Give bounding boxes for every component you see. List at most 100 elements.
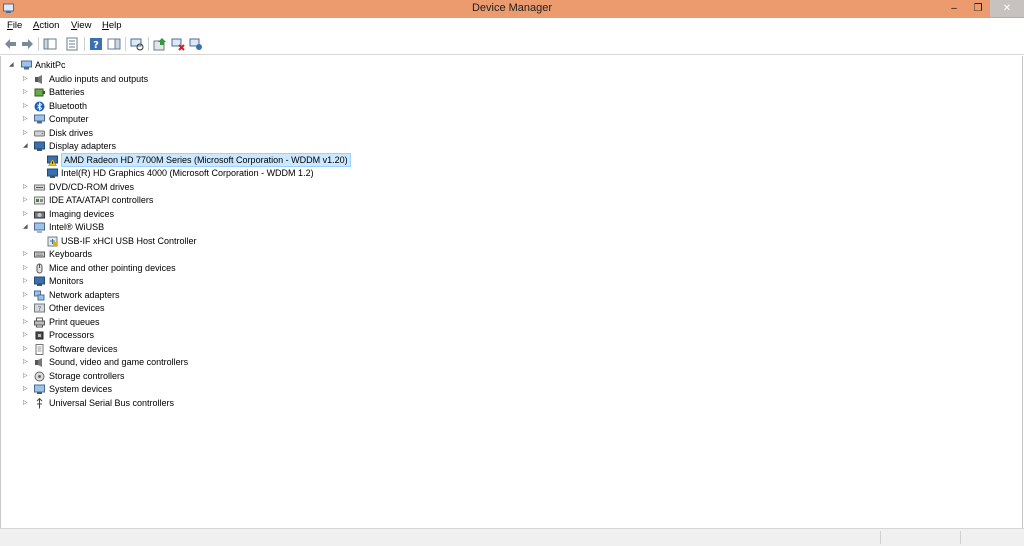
tree-item[interactable]: ▷ System devices — [23, 383, 423, 396]
expand-arrow-icon[interactable]: ▷ — [23, 329, 31, 342]
speaker-icon — [35, 74, 42, 84]
expand-arrow-icon[interactable]: ▷ — [23, 86, 31, 99]
tree-item[interactable]: ▷ Processors — [23, 329, 423, 342]
storage-controller-icon — [34, 371, 45, 381]
uninstall-device-icon[interactable] — [189, 37, 203, 51]
tree-item[interactable]: ▷ Disk drives — [23, 127, 423, 140]
tree-item[interactable]: ▷ Software devices — [23, 343, 423, 356]
expand-arrow-icon[interactable]: ▷ — [23, 208, 31, 221]
forward-arrow-icon[interactable] — [20, 37, 34, 51]
tree-item[interactable]: ▷ Storage controllers — [23, 370, 423, 383]
expand-arrow-icon[interactable]: ▷ — [23, 302, 31, 315]
tree-item-label: Mice and other pointing devices — [49, 262, 176, 273]
tree-item-label: Monitors — [49, 276, 84, 286]
tree-item-label: Keyboards — [49, 249, 93, 259]
collapse-arrow-icon[interactable]: ◢ — [23, 221, 31, 234]
tree-item[interactable]: ◢ Intel® WiUSB — [23, 221, 423, 234]
expand-arrow-icon[interactable]: ▷ — [23, 113, 31, 126]
update-driver-icon[interactable] — [153, 37, 167, 51]
warning-display-icon — [47, 155, 58, 166]
mouse-icon — [36, 263, 43, 273]
tree-child-item[interactable]: AMD Radeon HD 7700M Series (Microsoft Co… — [47, 152, 507, 167]
expand-arrow-icon[interactable]: ▷ — [23, 343, 31, 356]
help-icon[interactable]: ? — [89, 37, 103, 51]
usb-hub-icon — [34, 222, 45, 233]
toolbar-separator — [148, 37, 149, 51]
tree-item[interactable]: ▷? Other devices — [23, 302, 423, 315]
menu-help[interactable]: Help — [102, 20, 122, 31]
menu-view[interactable]: View — [71, 20, 91, 31]
expand-arrow-icon[interactable]: ▷ — [23, 383, 31, 396]
tree-item[interactable]: ▷ DVD/CD-ROM drives — [23, 181, 423, 194]
expand-arrow-icon[interactable]: ▷ — [23, 181, 31, 194]
tree-item-label: Network adapters — [49, 289, 120, 300]
show-hide-console-tree-icon[interactable] — [43, 37, 57, 51]
tree-root-label: AnkitPc — [35, 60, 66, 70]
tree-item[interactable]: ▷ Imaging devices — [23, 208, 423, 221]
disable-device-icon[interactable] — [171, 37, 185, 51]
display-adapter-icon — [47, 168, 58, 178]
expand-arrow-icon[interactable]: ▷ — [23, 356, 31, 369]
toolbar-separator — [38, 37, 39, 51]
tree-item-label: Computer — [49, 114, 89, 124]
tree-item[interactable]: ◢ Display adapters — [23, 140, 423, 153]
tree-item[interactable]: ▷ Computer — [23, 113, 423, 126]
tree-item-label: Storage controllers — [49, 370, 125, 381]
svg-text:?: ? — [93, 40, 99, 51]
menu-file-rest: ile — [12, 20, 23, 31]
menu-file[interactable]: File — [7, 20, 22, 31]
minimize-button[interactable]: – — [942, 0, 966, 17]
tree-item[interactable]: ▷ Audio inputs and outputs — [23, 73, 423, 86]
network-icon — [34, 290, 45, 300]
tree-item[interactable]: ▷ Print queues — [23, 316, 423, 329]
properties-icon[interactable] — [65, 37, 79, 51]
status-bar — [0, 528, 1024, 546]
tree-item[interactable]: ▷ Monitors — [23, 275, 423, 288]
tree-item[interactable]: ▷ Bluetooth — [23, 100, 423, 113]
computer-icon — [34, 114, 45, 124]
tree-item-label: Batteries — [49, 87, 85, 97]
tree-item[interactable]: ▷ IDE ATA/ATAPI controllers — [23, 194, 423, 207]
keyboard-icon — [34, 251, 45, 258]
speaker-icon — [35, 358, 42, 367]
expand-arrow-icon[interactable]: ▷ — [23, 248, 31, 261]
menu-action[interactable]: Action — [33, 20, 59, 31]
tree-item[interactable]: ▷ Universal Serial Bus controllers — [23, 397, 423, 410]
tree-item[interactable]: ▷ Batteries — [23, 86, 423, 99]
expand-arrow-icon[interactable]: ▷ — [23, 370, 31, 383]
tree-item[interactable]: ▷ Sound, video and game controllers — [23, 356, 423, 369]
expand-arrow-icon[interactable]: ▷ — [23, 100, 31, 113]
bluetooth-icon — [34, 101, 45, 111]
menu-help-accel: H — [102, 20, 109, 31]
back-arrow-icon[interactable] — [4, 37, 18, 51]
action-pane-icon[interactable] — [107, 37, 121, 51]
tree-child-item[interactable]: USB-IF xHCI USB Host Controller — [47, 235, 507, 248]
tree-root[interactable]: ◢ AnkitPc — [9, 59, 209, 72]
tree-item-label: Display adapters — [49, 141, 117, 151]
tree-item[interactable]: ▷ Keyboards — [23, 248, 423, 261]
expand-arrow-icon[interactable]: ▷ — [23, 262, 31, 275]
close-button[interactable]: ✕ — [990, 0, 1024, 17]
expand-arrow-icon[interactable]: ▷ — [23, 275, 31, 288]
collapse-arrow-icon[interactable]: ◢ — [9, 59, 17, 72]
title-bar: Device Manager – ❐ ✕ — [0, 0, 1024, 19]
maximize-button[interactable]: ❐ — [966, 0, 990, 17]
scan-hardware-icon[interactable] — [130, 37, 144, 51]
device-tree[interactable]: ◢ AnkitPc ▷ Audio inputs and outputs ▷ Batt… — [0, 56, 1023, 529]
collapse-arrow-icon[interactable]: ◢ — [23, 140, 31, 153]
toolbar-separator — [125, 37, 126, 51]
expand-arrow-icon[interactable]: ▷ — [23, 127, 31, 140]
status-bar-divider — [880, 531, 881, 544]
tree-item-label: Sound, video and game controllers — [49, 357, 189, 367]
expand-arrow-icon[interactable]: ▷ — [23, 316, 31, 329]
tree-item[interactable]: ▷ Network adapters — [23, 289, 423, 302]
system-device-icon — [34, 384, 45, 394]
expand-arrow-icon[interactable]: ▷ — [23, 289, 31, 302]
expand-arrow-icon[interactable]: ▷ — [23, 73, 31, 86]
tree-item-label: Audio inputs and outputs — [49, 73, 149, 84]
toolbar: ? — [0, 34, 1024, 55]
expand-arrow-icon[interactable]: ▷ — [23, 194, 31, 207]
tree-child-item[interactable]: Intel(R) HD Graphics 4000 (Microsoft Cor… — [47, 167, 507, 180]
expand-arrow-icon[interactable]: ▷ — [23, 397, 31, 410]
tree-item[interactable]: ▷ Mice and other pointing devices — [23, 262, 423, 275]
